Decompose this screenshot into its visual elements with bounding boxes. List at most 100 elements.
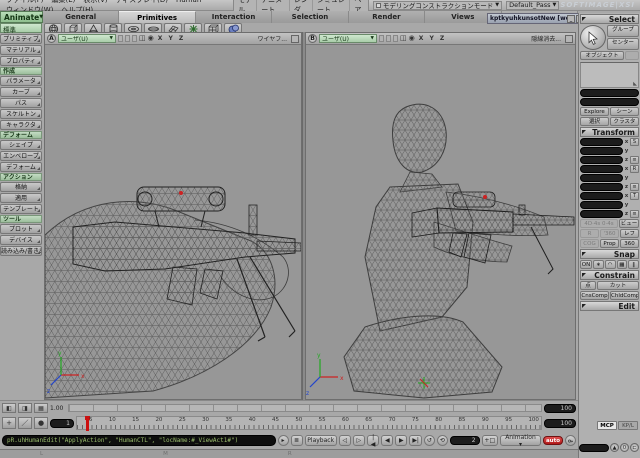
visibility-eye-icon[interactable]: ◉ [148, 34, 154, 43]
add-marker-button[interactable]: +□ [482, 435, 499, 446]
selection-button[interactable]: 選択 [580, 117, 609, 126]
run-script-icon[interactable]: ▸ [278, 435, 289, 446]
translate-mode-button[interactable]: T [630, 192, 639, 200]
menu-item[interactable]: Human [172, 0, 205, 4]
center-button[interactable]: センター [607, 38, 639, 50]
viewport-resize-icon[interactable] [565, 35, 573, 43]
toolbar-tab[interactable]: Interaction [196, 11, 272, 23]
frame-end-field[interactable]: 100 [544, 419, 576, 428]
toolbar-button[interactable]: プロット [0, 224, 42, 234]
memo-cam-slot[interactable] [125, 35, 130, 42]
layout-single-icon[interactable]: ◧ [2, 403, 16, 413]
toolbar-button[interactable]: 格納 [0, 182, 42, 192]
translate-x-field[interactable] [580, 192, 623, 200]
panel-expand-icon[interactable]: ⊏ [630, 443, 639, 452]
toolbar-button[interactable]: プリミティブ [0, 34, 42, 44]
script-editor-icon[interactable]: ≣ [291, 435, 303, 446]
pencil-tool-icon[interactable]: ／ [18, 417, 32, 429]
autokey-button[interactable]: auto [543, 436, 563, 445]
transform-section-header[interactable]: Transform [580, 127, 639, 137]
select-tool-button[interactable] [580, 25, 606, 50]
toolbar-button[interactable]: マテリアル [0, 45, 42, 55]
rotate-spinner[interactable]: ≡ [630, 183, 639, 191]
cnscomp-toggle[interactable]: CnsComp [580, 291, 609, 300]
menu-item[interactable]: 表示(V) [79, 0, 111, 4]
memo-cam-slot[interactable] [393, 35, 398, 42]
explore-button[interactable]: Explore [580, 107, 609, 116]
viewport-resize-icon[interactable] [291, 35, 299, 43]
toolbar-tab[interactable]: General [43, 11, 119, 23]
scale-z-field[interactable] [580, 156, 623, 164]
visibility-eye-icon[interactable]: ◉ [409, 34, 415, 43]
constrain-point-button[interactable]: 点 [580, 281, 596, 290]
toolbar-button[interactable]: プロパティ [0, 56, 42, 66]
viewport-letter-button[interactable]: B [308, 34, 317, 43]
toolbar-button[interactable]: デフォーム [0, 162, 42, 172]
scale-mode-button[interactable]: S [630, 138, 639, 146]
mcp-tab-button[interactable]: MCP [597, 421, 617, 430]
toolbar-button[interactable]: カーブ [0, 87, 42, 97]
toolbar-button[interactable]: シェイプ [0, 140, 42, 150]
translate-spinner[interactable]: ≡ [630, 210, 639, 218]
snap-increment-icon[interactable]: ‖ [628, 260, 639, 269]
toolbar-button[interactable]: テンプレート [0, 204, 42, 214]
preset-field[interactable]: 標準 [0, 23, 42, 33]
prop-button[interactable]: Prop [600, 239, 619, 248]
kpl-tab-button[interactable]: KP/L [618, 421, 638, 430]
pass-dropdown[interactable]: Default_Pass ▼ [506, 1, 559, 10]
prev-frame-button[interactable]: ◀ [381, 435, 393, 446]
rotate-y-field[interactable] [580, 174, 623, 182]
snap-curve-icon[interactable]: ◠ [605, 260, 616, 269]
scale-y-field[interactable] [580, 147, 623, 155]
toolbar-tab[interactable]: Primitives [119, 11, 195, 23]
timeline-ruler[interactable]: 5101520253035404550556065707580859095100 [76, 416, 542, 430]
pan-tool-icon[interactable]: + [2, 417, 16, 429]
display-mode-dropdown[interactable]: 隠線消去... [531, 34, 561, 43]
realtime-icon[interactable]: ⟲ [437, 435, 448, 446]
range-end-field[interactable]: 100 [544, 404, 576, 413]
go-last-frame-button[interactable]: ▶| [409, 435, 422, 446]
scale-x-field[interactable] [580, 138, 623, 146]
memo-cam-slot[interactable] [379, 35, 384, 42]
menu-item[interactable]: ファイル(F) [2, 0, 48, 4]
axis-toggle-xyz[interactable]: X Y Z [419, 35, 447, 42]
toolbar-button[interactable]: キャラクタ [0, 120, 42, 130]
current-frame-field[interactable]: 2 [450, 436, 480, 445]
module-dropdown[interactable]: Animate ▼ [0, 11, 43, 23]
panel-up-icon[interactable]: ▲ [610, 443, 619, 452]
constrain-section-header[interactable]: Constrain [580, 270, 639, 280]
rotate-x-field[interactable] [580, 165, 623, 173]
play-button[interactable]: ▶ [395, 435, 407, 446]
viewport-letter-button[interactable]: A [47, 34, 56, 43]
toolbar-button[interactable]: 適用 [0, 193, 42, 203]
range-slider[interactable] [68, 404, 542, 412]
ref-mode-dropdown[interactable]: ビュー [619, 219, 639, 228]
cluster-button[interactable]: クラスタ [610, 117, 639, 126]
memo-cam-slot[interactable] [386, 35, 391, 42]
translate-y-field[interactable] [580, 201, 623, 209]
rotate-z-field[interactable] [580, 183, 623, 191]
mini-command-field[interactable] [579, 444, 609, 452]
toolbar-tab[interactable]: Selection [272, 11, 348, 23]
scale-spinner[interactable]: ≡ [630, 156, 639, 164]
deg360-button[interactable]: 360 [620, 239, 639, 248]
chldcomp-toggle[interactable]: ChldComp [610, 291, 639, 300]
toolbar-button[interactable]: スケルトン [0, 109, 42, 119]
snap-grid-icon[interactable]: ▦ [617, 260, 628, 269]
toolbar-button[interactable]: デバイス [0, 235, 42, 245]
frame-start-field[interactable]: 1 [50, 419, 74, 428]
viewport-a-canvas[interactable]: x y z [45, 45, 301, 399]
scene-button[interactable]: シーン [610, 107, 639, 116]
go-first-frame-button[interactable]: |◀ [367, 435, 380, 446]
dot-tool-icon[interactable]: ● [34, 417, 48, 429]
step-back-button[interactable]: ◁ [339, 435, 351, 446]
menu-item[interactable]: 編集(E) [48, 0, 80, 4]
menu-item[interactable]: ディスプレイ(D) [112, 0, 172, 4]
ref-button[interactable]: レフ [620, 229, 639, 238]
memo-cam-slot[interactable] [118, 35, 123, 42]
panel-zero-badge[interactable]: 0 [620, 443, 629, 452]
camera-dropdown[interactable]: ユーザ(U) ▼ [319, 34, 377, 43]
key-icon[interactable] [565, 435, 576, 446]
toolbar-tab[interactable]: Render [349, 11, 425, 23]
selection-list[interactable] [580, 62, 639, 88]
